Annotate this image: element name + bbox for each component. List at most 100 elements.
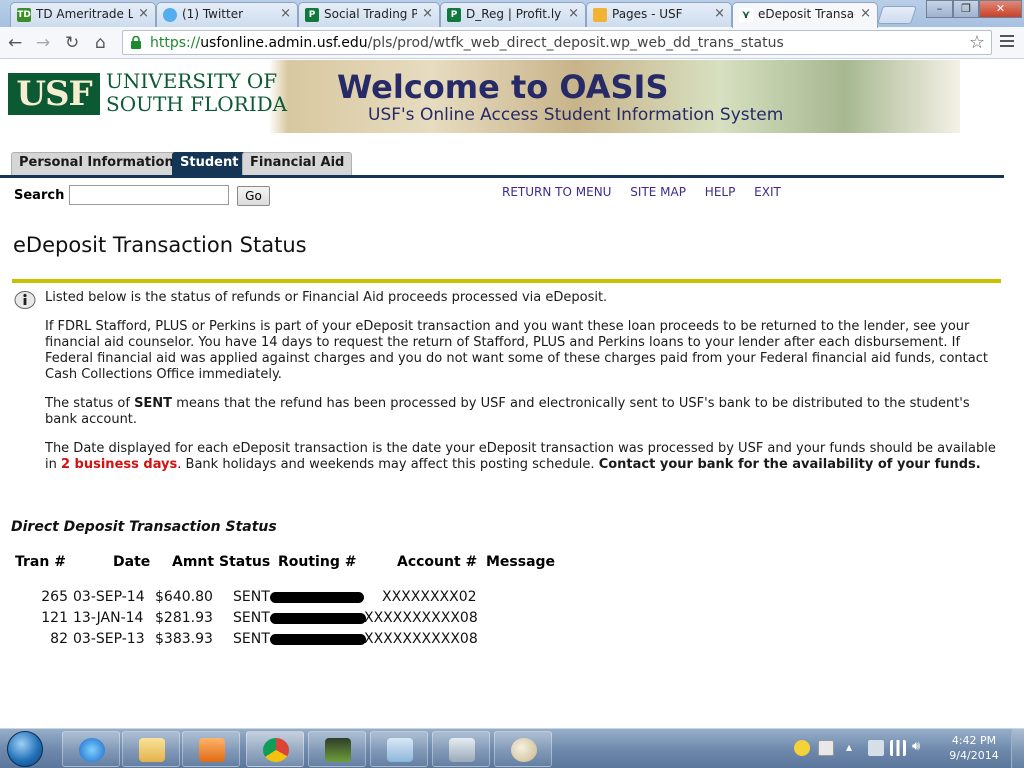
tray-power-icon[interactable] (868, 740, 884, 756)
header-amount: Amnt (172, 554, 215, 570)
browser-menu-icon[interactable] (1000, 35, 1014, 49)
show-desktop-button[interactable] (1011, 729, 1024, 768)
browser-tab-title: Social Trading Pl (324, 7, 417, 21)
start-button[interactable] (7, 731, 43, 767)
redacted-routing-number (270, 592, 364, 603)
section-divider (12, 279, 1001, 283)
banner-subtitle: USF's Online Access Student Information … (368, 105, 784, 125)
header-message: Message (486, 554, 556, 570)
chevron-up-icon[interactable]: ▴ (846, 740, 854, 756)
new-tab-button[interactable] (877, 6, 917, 24)
tab-financial-aid[interactable]: Financial Aid (242, 152, 353, 175)
tab-student[interactable]: Student (172, 152, 247, 175)
td-favicon-icon: TD (17, 8, 31, 22)
header-account: Account # (397, 554, 478, 570)
close-icon[interactable]: × (422, 6, 433, 21)
redacted-routing-number (270, 613, 366, 624)
account-number: XXXXXXXXXX08 (364, 610, 478, 626)
info-paragraph-2: If FDRL Stafford, PLUS or Perkins is par… (45, 319, 988, 382)
usf-bull-favicon-icon: ⋎ (739, 8, 753, 22)
network-signal-icon[interactable] (890, 740, 906, 756)
internet-explorer-icon (79, 738, 105, 762)
usf-logo: USF (8, 73, 100, 115)
transaction-date: 03-SEP-14 (73, 589, 145, 605)
bookmark-star-icon[interactable]: ☆ (969, 32, 985, 53)
taskbar-file-explorer[interactable] (122, 731, 180, 767)
document-icon (387, 738, 413, 762)
app-icon (325, 738, 351, 762)
search-input[interactable] (69, 185, 229, 205)
tab-personal-information[interactable]: Personal Information (11, 152, 182, 175)
browser-tab-edeposit[interactable]: ⋎ eDeposit Transac × (732, 2, 878, 28)
tray-app-icon[interactable] (794, 740, 810, 756)
info-icon (14, 291, 36, 309)
address-bar[interactable]: https://usfonline.admin.usf.edu/pls/prod… (122, 30, 992, 55)
browser-tab-dreg[interactable]: P D_Reg | Profit.ly × (440, 2, 586, 27)
calculator-icon (449, 738, 475, 762)
url-text: https://usfonline.admin.usf.edu/pls/prod… (150, 35, 784, 51)
taskbar-document[interactable] (370, 731, 428, 767)
redacted-routing-number (270, 634, 366, 645)
tran-number: 121 (41, 610, 68, 626)
help-link[interactable]: HELP (705, 185, 736, 199)
account-number: XXXXXXXXXX08 (364, 631, 478, 647)
taskbar-calculator[interactable] (432, 731, 490, 767)
transaction-status: SENT (233, 631, 270, 647)
transaction-amount: $640.80 (155, 589, 213, 605)
close-icon[interactable]: × (138, 6, 149, 21)
browser-tabstrip: TD TD Ameritrade Lo × (1) Twitter × P So… (0, 0, 1024, 28)
browser-tab-title: eDeposit Transac (758, 7, 855, 21)
tray-security-icon[interactable] (818, 740, 834, 756)
clock-date: 9/4/2014 (949, 749, 999, 762)
direct-deposit-heading: Direct Deposit Transaction Status (11, 519, 277, 535)
exit-link[interactable]: EXIT (754, 185, 781, 199)
close-window-button[interactable]: ✕ (979, 0, 1022, 18)
main-nav-tabs: Personal Information Student Financial A… (0, 152, 1004, 178)
minimize-button[interactable]: – (926, 0, 953, 18)
system-clock[interactable]: 4:42 PM 9/4/2014 (944, 733, 1004, 763)
browser-tab-title: TD Ameritrade Lo (36, 7, 133, 21)
header-status: Status (219, 554, 271, 570)
back-arrow-icon[interactable]: ← (8, 33, 22, 53)
browser-tab-title: D_Reg | Profit.ly (466, 7, 562, 21)
header-routing: Routing # (278, 554, 357, 570)
browser-tab-social-trading[interactable]: P Social Trading Pl × (298, 2, 440, 27)
reload-icon[interactable]: ↻ (65, 33, 79, 53)
info-paragraph-1: Listed below is the status of refunds or… (45, 290, 608, 305)
restore-button[interactable]: ❐ (953, 0, 979, 18)
university-name-line2: SOUTH FLORIDA (106, 92, 288, 116)
lock-icon (131, 36, 141, 49)
system-tray: ▴ 🔊︎ (788, 733, 938, 763)
close-icon[interactable]: × (714, 6, 725, 21)
forward-arrow-icon[interactable]: → (36, 33, 50, 53)
site-map-link[interactable]: SITE MAP (630, 185, 686, 199)
transaction-amount: $383.93 (155, 631, 213, 647)
browser-tab-td-ameritrade[interactable]: TD TD Ameritrade Lo × (10, 2, 156, 27)
transaction-date: 03-SEP-13 (73, 631, 145, 647)
account-number: XXXXXXXX02 (382, 589, 477, 605)
close-icon[interactable]: × (280, 6, 291, 21)
transaction-amount: $281.93 (155, 610, 213, 626)
go-button[interactable]: Go (237, 186, 270, 206)
taskbar-media-player[interactable] (182, 731, 240, 767)
volume-icon[interactable]: 🔊︎ (912, 740, 928, 756)
taskbar-chrome[interactable] (246, 731, 304, 767)
taskbar: ▴ 🔊︎ 4:42 PM 9/4/2014 (0, 728, 1024, 768)
close-icon[interactable]: × (568, 6, 579, 21)
university-name: UNIVERSITY OF SOUTH FLORIDA (106, 70, 287, 116)
transaction-status: SENT (233, 610, 270, 626)
taskbar-paint[interactable] (494, 731, 552, 767)
info-paragraph-3: The status of SENT means that the refund… (45, 396, 970, 427)
browser-tab-pages-usf[interactable]: Pages - USF × (586, 2, 732, 27)
transaction-date: 13-JAN-14 (73, 610, 144, 626)
grid-favicon-icon (593, 8, 607, 22)
taskbar-app[interactable] (308, 731, 366, 767)
home-icon[interactable]: ⌂ (95, 33, 106, 53)
paint-icon (511, 738, 537, 762)
close-icon[interactable]: × (860, 6, 871, 21)
banner-title: Welcome to OASIS (337, 68, 669, 106)
chrome-icon (263, 738, 289, 762)
taskbar-internet-explorer[interactable] (62, 731, 120, 767)
return-to-menu-link[interactable]: RETURN TO MENU (502, 185, 611, 199)
browser-tab-twitter[interactable]: (1) Twitter × (156, 2, 298, 27)
